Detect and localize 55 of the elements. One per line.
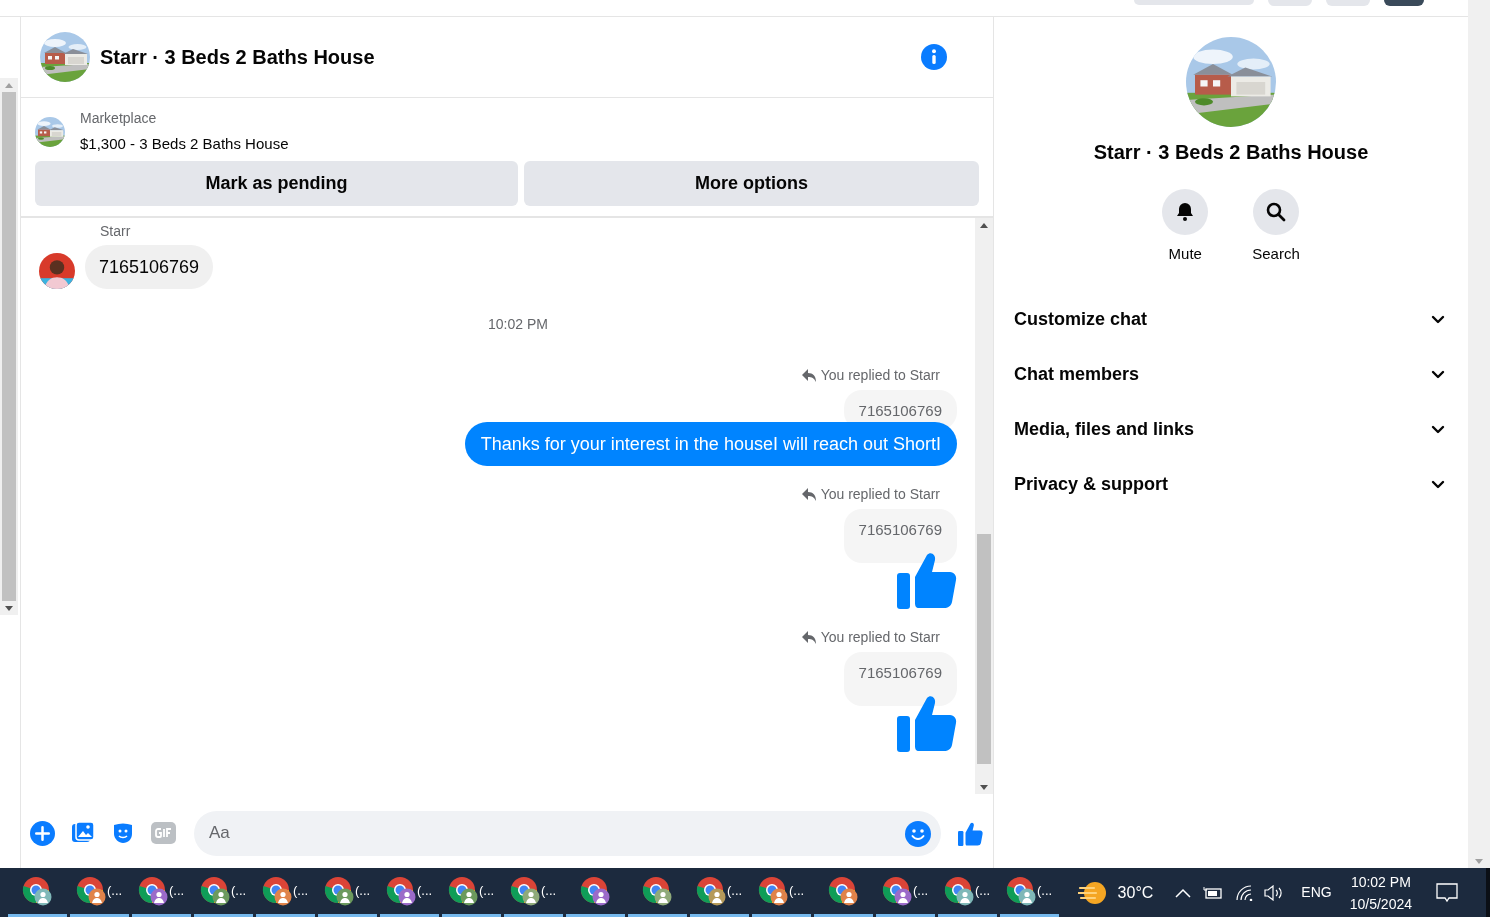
taskbar-app[interactable]: (... <box>876 868 935 917</box>
listing-source: Marketplace <box>80 109 158 128</box>
photo-icon[interactable] <box>71 821 95 845</box>
emoji-icon[interactable] <box>905 820 931 847</box>
taskbar-app[interactable]: (... <box>690 868 749 917</box>
section-header[interactable]: Privacy & support <box>1014 456 1448 512</box>
taskbar-app[interactable]: (... <box>132 868 191 917</box>
notification-icon[interactable] <box>1436 881 1458 904</box>
message-bubble: Thanks for your interest in the houseI will reach out ShortI <box>464 422 957 466</box>
sender-name: Starr <box>100 222 132 241</box>
search-icon <box>1264 200 1288 224</box>
add-icon[interactable] <box>30 820 55 846</box>
section-header[interactable]: Media, files and links <box>1014 401 1448 457</box>
mark-pending-button[interactable]: Mark as pending <box>35 160 518 206</box>
taskbar-app[interactable]: (... <box>70 868 129 917</box>
section-header[interactable]: Chat members <box>1014 346 1448 402</box>
avatar <box>39 253 75 289</box>
clock[interactable]: 10:02 PM 10/5/2024 <box>1349 870 1412 915</box>
reply-icon <box>801 488 816 501</box>
taskbar-app[interactable]: (... <box>442 868 501 917</box>
listing-summary: $1,300 - 3 Beds 2 Baths House <box>80 134 289 154</box>
reply-label: You replied to Starr <box>820 485 940 504</box>
like-icon[interactable] <box>957 820 984 846</box>
quoted-message: 7165106769 <box>843 509 957 563</box>
weather-icon <box>1077 879 1108 906</box>
profile-avatar[interactable] <box>1384 0 1424 6</box>
reply-icon <box>801 369 816 382</box>
taskbar-app[interactable]: (... <box>318 868 377 917</box>
reply-icon <box>801 631 816 644</box>
taskbar-app[interactable]: (... <box>504 868 563 917</box>
message-bubble: 7165106769 <box>85 245 214 289</box>
page-scrollbar[interactable] <box>1468 0 1490 868</box>
timestamp: 10:02 PM <box>488 315 548 334</box>
battery-icon[interactable] <box>1203 885 1224 900</box>
reply-label: You replied to Starr <box>820 366 940 385</box>
more-options-button[interactable]: More options <box>524 160 979 206</box>
scrollbar[interactable] <box>0 78 18 615</box>
message-input[interactable]: Aa <box>194 810 941 856</box>
taskbar-app[interactable]: (... <box>752 868 811 917</box>
taskbar-app[interactable]: (... <box>380 868 439 917</box>
taskbar-app[interactable]: (... <box>256 868 315 917</box>
reply-label: You replied to Starr <box>820 628 940 647</box>
sticker-icon[interactable] <box>111 821 135 845</box>
taskbar-app[interactable]: (... <box>938 868 997 917</box>
language-indicator[interactable]: ENG <box>1301 882 1332 903</box>
conversation-title: Starr · 3 Beds 2 Baths House <box>100 45 375 70</box>
info-icon[interactable] <box>921 44 947 70</box>
taskbar-app[interactable]: (... <box>1000 868 1059 917</box>
section-header[interactable]: Customize chat <box>1014 291 1448 347</box>
taskbar-app[interactable]: (... <box>194 868 253 917</box>
quoted-message: 7165106769 <box>843 652 957 706</box>
conversation-title: Starr · 3 Beds 2 Baths House <box>1093 140 1369 165</box>
temperature[interactable]: 30°C <box>1117 880 1154 905</box>
chevron-up-icon[interactable] <box>1175 887 1192 898</box>
scrollbar[interactable] <box>975 218 993 794</box>
